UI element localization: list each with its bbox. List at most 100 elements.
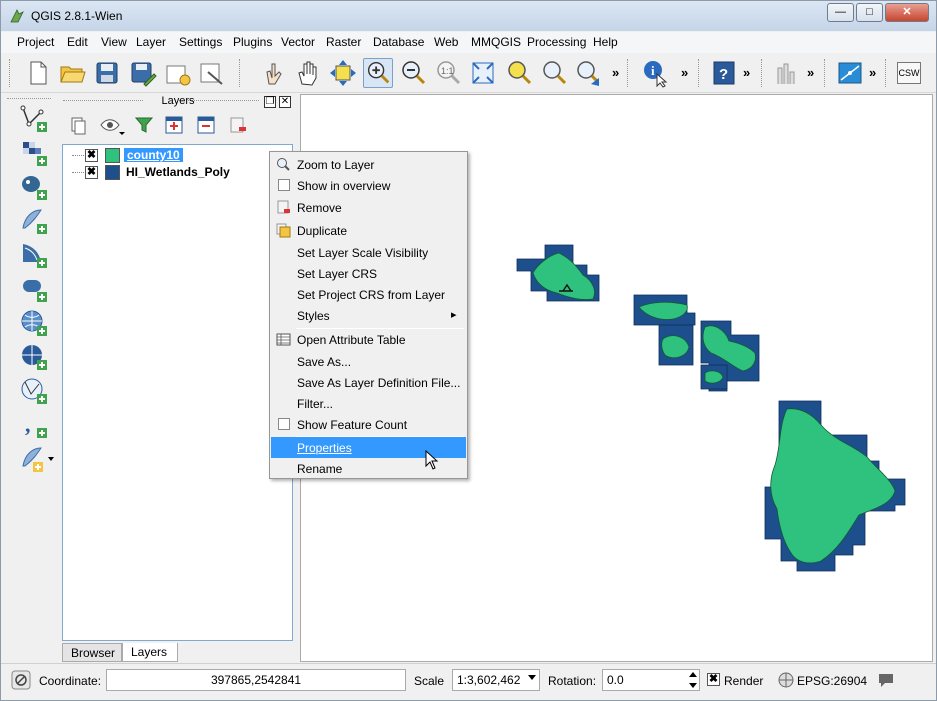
identify-features-icon[interactable]: i: [641, 58, 671, 88]
menu-item-show-in-overview[interactable]: Show in overview: [271, 175, 466, 196]
layer-item-county10[interactable]: ✖ county10: [63, 147, 292, 164]
menu-item-set-layer-scale-visibility[interactable]: Set Layer Scale Visibility: [271, 242, 466, 263]
pan-to-selection-icon[interactable]: [328, 58, 358, 88]
histogram-icon[interactable]: [773, 58, 803, 88]
crs-globe-icon[interactable]: [778, 672, 794, 688]
rotation-spinbox[interactable]: 0.0: [602, 669, 700, 691]
help-icon[interactable]: ?: [709, 58, 739, 88]
zoom-full-icon[interactable]: [468, 58, 498, 88]
menu-item-duplicate[interactable]: Duplicate: [271, 220, 466, 241]
collapse-all-icon[interactable]: [195, 114, 217, 136]
add-oracle-layer-icon[interactable]: [19, 274, 51, 304]
touch-tool-icon[interactable]: [257, 58, 287, 88]
toolbar-overflow-chevron[interactable]: »: [612, 65, 619, 80]
title-bar: QGIS 2.8.1-Wien — □ ✕: [1, 1, 936, 31]
layer-symbol-swatch[interactable]: [105, 165, 120, 180]
menu-item-set-project-crs[interactable]: Set Project CRS from Layer: [271, 284, 466, 305]
menu-layer[interactable]: Layer: [136, 35, 166, 49]
menu-item-zoom-to-layer[interactable]: Zoom to Layer: [271, 154, 466, 175]
zoom-last-icon[interactable]: [573, 58, 603, 88]
toolbar-overflow-chevron[interactable]: »: [681, 65, 688, 80]
crs-label[interactable]: EPSG:26904: [797, 674, 867, 688]
maximize-button[interactable]: □: [856, 3, 883, 22]
layer-name[interactable]: HI_Wetlands_Poly: [126, 165, 230, 179]
remove-layer-icon[interactable]: [227, 114, 249, 136]
checkbox-icon: [278, 418, 290, 430]
layer-symbol-swatch[interactable]: [105, 148, 120, 163]
menu-item-styles[interactable]: Styles ▸: [271, 305, 466, 326]
menu-item-label: Properties: [297, 441, 352, 455]
menu-plugins[interactable]: Plugins: [233, 35, 272, 49]
new-project-icon[interactable]: [23, 58, 53, 88]
open-project-icon[interactable]: [57, 58, 87, 88]
add-group-icon[interactable]: [67, 114, 89, 136]
menu-vector[interactable]: Vector: [281, 35, 315, 49]
menu-project[interactable]: Project: [17, 35, 54, 49]
messages-icon[interactable]: [11, 670, 31, 690]
composer-manager-icon[interactable]: [196, 58, 226, 88]
minimize-button[interactable]: —: [827, 3, 854, 22]
add-mssql-layer-icon[interactable]: [19, 240, 51, 270]
panel-float-button[interactable]: ❐: [264, 96, 276, 108]
menu-settings[interactable]: Settings: [179, 35, 222, 49]
tab-layers[interactable]: Layers: [122, 643, 178, 662]
menu-web[interactable]: Web: [434, 35, 458, 49]
expand-all-icon[interactable]: [163, 114, 185, 136]
scale-combobox[interactable]: 1:3,602,462: [452, 669, 540, 691]
menu-view[interactable]: View: [101, 35, 127, 49]
menu-raster[interactable]: Raster: [326, 35, 361, 49]
csw-button[interactable]: CSW: [897, 62, 921, 84]
menu-mmqgis[interactable]: MMQGIS: [471, 35, 521, 49]
add-vector-layer-icon[interactable]: [19, 104, 51, 134]
render-label: Render: [724, 674, 764, 688]
chevron-down-icon[interactable]: [528, 675, 536, 680]
zoom-to-selection-icon[interactable]: [503, 58, 533, 88]
menu-item-save-as-layer-definition[interactable]: Save As Layer Definition File...: [271, 372, 466, 393]
layer-name[interactable]: county10: [124, 148, 183, 162]
new-print-composer-icon[interactable]: [162, 58, 192, 88]
layer-visibility-checkbox[interactable]: ✖: [85, 149, 98, 162]
menu-item-save-as[interactable]: Save As...: [271, 351, 466, 372]
add-delimited-text-layer-icon[interactable]: ,: [19, 410, 51, 440]
log-messages-icon[interactable]: [877, 672, 895, 688]
add-wcs-layer-icon[interactable]: [19, 342, 51, 372]
menu-help[interactable]: Help: [593, 35, 618, 49]
save-project-icon[interactable]: [92, 58, 122, 88]
pan-map-icon[interactable]: [293, 58, 323, 88]
spin-down-icon[interactable]: [689, 683, 697, 688]
menu-processing[interactable]: Processing: [527, 35, 586, 49]
toolbar-separator: [239, 59, 245, 87]
zoom-in-icon[interactable]: [363, 58, 393, 88]
zoom-actual-size-icon[interactable]: 1:1: [433, 58, 463, 88]
georeferencer-icon[interactable]: [835, 58, 865, 88]
toolbar-overflow-chevron[interactable]: »: [869, 65, 876, 80]
menu-item-set-layer-crs[interactable]: Set Layer CRS: [271, 263, 466, 284]
zoom-to-layer-icon[interactable]: [538, 58, 568, 88]
filter-legend-icon[interactable]: [133, 114, 155, 136]
menu-item-show-feature-count[interactable]: Show Feature Count: [271, 414, 466, 435]
panel-close-button[interactable]: ✕: [279, 96, 291, 108]
menu-database[interactable]: Database: [373, 35, 424, 49]
manage-visibility-icon[interactable]: [99, 114, 127, 136]
add-wms-layer-icon[interactable]: [19, 308, 51, 338]
tab-browser[interactable]: Browser: [62, 643, 122, 662]
menu-edit[interactable]: Edit: [67, 35, 88, 49]
add-spatialite-layer-icon[interactable]: [19, 206, 51, 236]
layer-item-hi-wetlands-poly[interactable]: ✖ HI_Wetlands_Poly: [63, 164, 292, 181]
toolbar-overflow-chevron[interactable]: »: [743, 65, 750, 80]
menu-item-filter[interactable]: Filter...: [271, 393, 466, 414]
layer-visibility-checkbox[interactable]: ✖: [85, 166, 98, 179]
toolbar-overflow-chevron[interactable]: »: [807, 65, 814, 80]
new-shapefile-layer-icon[interactable]: [19, 444, 57, 474]
add-wfs-layer-icon[interactable]: [19, 376, 51, 406]
save-as-icon[interactable]: [128, 58, 158, 88]
close-button[interactable]: ✕: [885, 3, 929, 22]
coordinate-field[interactable]: 397865,2542841: [106, 669, 406, 691]
add-postgis-layer-icon[interactable]: [19, 172, 51, 202]
add-raster-layer-icon[interactable]: [19, 138, 51, 168]
menu-item-open-attribute-table[interactable]: Open Attribute Table: [271, 329, 466, 350]
menu-item-remove[interactable]: Remove: [271, 197, 466, 218]
spin-up-icon[interactable]: [689, 672, 697, 677]
zoom-out-icon[interactable]: [398, 58, 428, 88]
render-checkbox[interactable]: ✖: [707, 673, 720, 686]
